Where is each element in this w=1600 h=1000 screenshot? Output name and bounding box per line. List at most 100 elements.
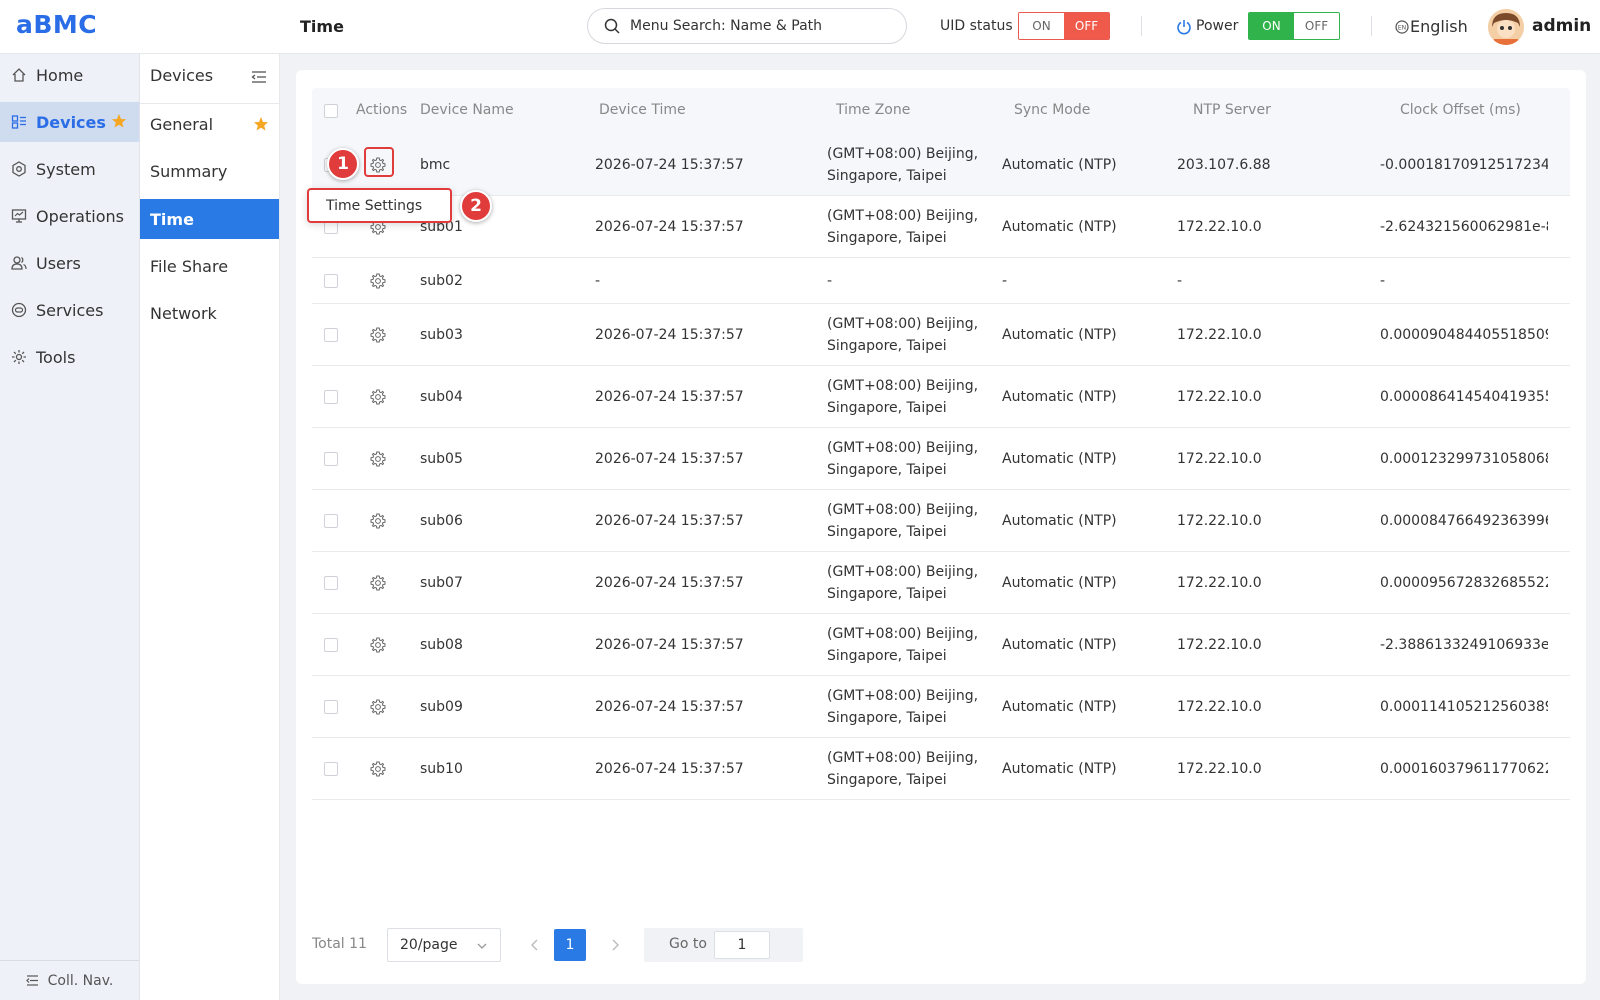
sidebar-item-label: Devices [36,112,106,132]
sidebar-item-tools[interactable]: Tools [0,337,139,377]
page-button-current[interactable]: 1 [554,929,586,961]
row-checkbox[interactable] [324,390,338,404]
gear-icon[interactable] [370,575,386,591]
gear-icon[interactable] [370,761,386,777]
chevron-right-icon[interactable] [608,938,622,952]
power-toggle[interactable]: ON OFF [1248,12,1340,40]
device-name-cell: sub09 [420,699,463,715]
subnav-item-time[interactable]: Time [140,199,279,239]
header-divider [1371,16,1372,36]
table-row[interactable]: sub06 2026-07-24 15:37:57 (GMT+08:00) Beij… [312,490,1570,552]
row-checkbox[interactable] [324,328,338,342]
sidebar-item-label: Operations [36,206,124,226]
table-row[interactable]: sub09 2026-07-24 15:37:57 (GMT+08:00) Beij… [312,676,1570,738]
uid-status-label: UID status [940,18,1013,34]
sidebar-item-label: Users [36,253,81,273]
uid-off-option[interactable]: OFF [1064,13,1109,39]
subnav-item-general[interactable]: General [140,104,279,144]
sync-mode-cell: Automatic (NTP) [1002,157,1117,173]
gear-icon[interactable] [370,389,386,405]
subnav-item-label: Network [150,303,217,323]
subnav-item-file-share[interactable]: File Share [140,246,279,286]
page-size-select[interactable]: 20/page [387,928,501,962]
language-selector[interactable]: English [1410,17,1468,36]
menu-search[interactable] [587,8,907,44]
gear-icon[interactable] [370,451,386,467]
sync-mode-cell: Automatic (NTP) [1002,219,1117,235]
sync-mode-cell: Automatic (NTP) [1002,451,1117,467]
user-name[interactable]: admin [1532,16,1591,36]
time-zone-cell: (GMT+08:00) Beijing, Singapore, Taipei [827,378,979,416]
time-zone-cell: (GMT+08:00) Beijing, Singapore, Taipei [827,208,979,246]
goto-page-input[interactable] [714,931,770,959]
column-header-device-name[interactable]: Device Name [420,102,514,118]
device-time-cell: 2026-07-24 15:37:57 [595,451,744,467]
menu-fold-icon[interactable] [251,69,267,85]
chevron-left-icon[interactable] [528,938,542,952]
sidebar-item-label: Home [36,65,84,85]
sidebar-item-operations[interactable]: Operations [0,196,139,236]
sidebar-item-home[interactable]: Home [0,55,139,95]
select-all-checkbox[interactable] [324,104,338,118]
table-row[interactable]: sub04 2026-07-24 15:37:57 (GMT+08:00) Beij… [312,366,1570,428]
gear-icon[interactable] [370,327,386,343]
sidebar-item-services[interactable]: Services [0,290,139,330]
row-checkbox[interactable] [324,274,338,288]
sync-mode-cell: Automatic (NTP) [1002,761,1117,777]
sidebar-item-users[interactable]: Users [0,243,139,283]
row-checkbox[interactable] [324,452,338,466]
table-row[interactable]: sub01 2026-07-24 15:37:57 (GMT+08:00) Beij… [312,196,1570,258]
subnav-item-label: File Share [150,256,229,276]
row-checkbox[interactable] [324,576,338,590]
gear-icon[interactable] [370,513,386,529]
table-row[interactable]: bmc 2026-07-24 15:37:57 (GMT+08:00) Beijin… [312,134,1570,196]
device-name-cell: sub07 [420,575,463,591]
time-settings-menu-item[interactable]: Time Settings [307,188,452,223]
uid-on-option[interactable]: ON [1019,13,1064,39]
column-header-ntp-server[interactable]: NTP Server [1193,102,1271,118]
power-label: Power [1196,18,1239,34]
page-title: Time [300,17,344,36]
row-checkbox[interactable] [324,638,338,652]
collapse-nav-button[interactable]: Coll. Nav. [0,960,139,1000]
table-row[interactable]: sub10 2026-07-24 15:37:57 (GMT+08:00) Beij… [312,738,1570,800]
column-header-sync-mode[interactable]: Sync Mode [1014,102,1090,118]
clock-offset-cell: 0.0000864145404193550 [1380,389,1548,405]
device-name-cell: sub02 [420,273,463,289]
table-row[interactable]: sub07 2026-07-24 15:37:57 (GMT+08:00) Beij… [312,552,1570,614]
sidebar-item-devices[interactable]: Devices [0,102,139,142]
subnav-item-summary[interactable]: Summary [140,151,279,191]
gear-icon[interactable] [370,273,386,289]
gear-icon[interactable] [370,699,386,715]
app-logo[interactable]: aBMC [16,10,97,39]
power-off-option[interactable]: OFF [1294,13,1339,39]
avatar[interactable] [1488,9,1524,45]
row-checkbox[interactable] [324,762,338,776]
column-header-device-time[interactable]: Device Time [599,102,686,118]
row-checkbox[interactable] [324,514,338,528]
table-row[interactable]: sub03 2026-07-24 15:37:57 (GMT+08:00) Beij… [312,304,1570,366]
goto-label: Go to [669,936,707,952]
uid-status-toggle[interactable]: ON OFF [1018,12,1110,40]
search-input[interactable] [630,16,895,36]
top-header: aBMC Time UID status ON OFF Power ON OFF… [0,0,1600,54]
column-header-clock-offset[interactable]: Clock Offset (ms) [1400,102,1521,118]
sidebar-item-system[interactable]: System [0,149,139,189]
ntp-server-cell: 172.22.10.0 [1177,389,1262,405]
column-header-time-zone[interactable]: Time Zone [836,102,910,118]
star-icon[interactable] [253,116,269,132]
table-row[interactable]: sub08 2026-07-24 15:37:57 (GMT+08:00) Beij… [312,614,1570,676]
subnav-header: Devices [140,54,279,104]
time-zone-cell: (GMT+08:00) Beijing, Singapore, Taipei [827,750,979,788]
star-icon[interactable] [111,113,127,129]
subnav-item-network[interactable]: Network [140,293,279,333]
table-row[interactable]: sub05 2026-07-24 15:37:57 (GMT+08:00) Beij… [312,428,1570,490]
clock-offset-cell: 0.0001141052125603891 [1380,699,1548,715]
power-on-option[interactable]: ON [1249,13,1294,39]
header-divider [1141,16,1142,36]
table-row[interactable]: sub02 - - - - - [312,258,1570,304]
ntp-server-cell: 172.22.10.0 [1177,513,1262,529]
gear-icon[interactable] [370,637,386,653]
row-checkbox[interactable] [324,700,338,714]
clock-offset-cell: 0.0000847664923639968 [1380,513,1548,529]
